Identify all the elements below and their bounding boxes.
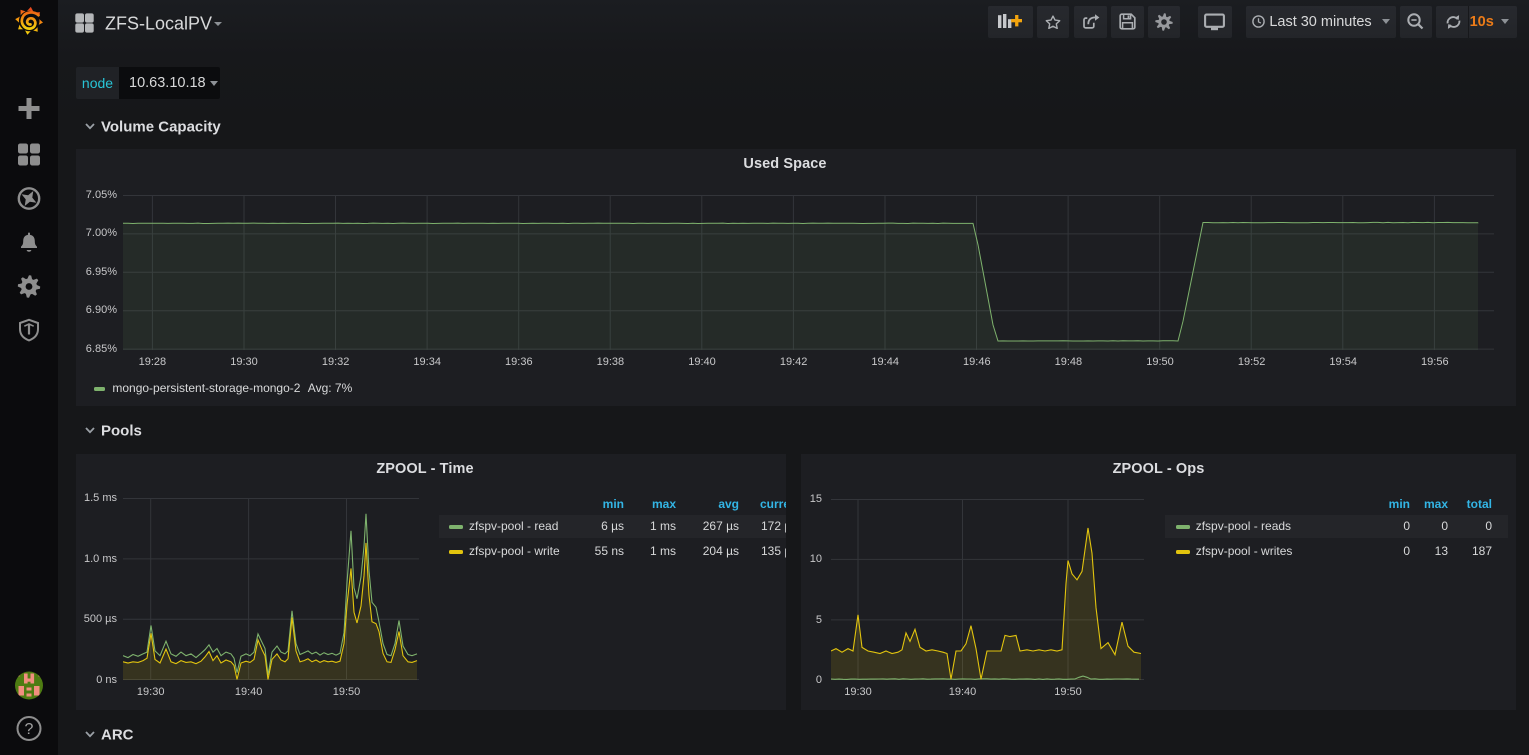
svg-text:?: ? xyxy=(25,721,34,738)
